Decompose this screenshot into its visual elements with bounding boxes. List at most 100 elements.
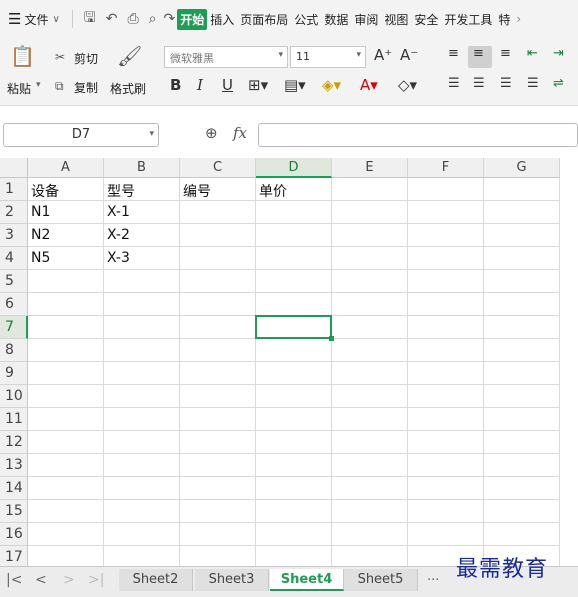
cell-c4[interactable]: [180, 247, 256, 270]
cell-f1[interactable]: [408, 178, 484, 201]
cell-d3[interactable]: [256, 224, 332, 247]
select-all-corner[interactable]: [0, 158, 28, 178]
underline-button[interactable]: U: [222, 76, 233, 94]
cell-b16[interactable]: [104, 523, 180, 546]
cell-c12[interactable]: [180, 431, 256, 454]
cell-d9[interactable]: [256, 362, 332, 385]
copy-icon[interactable]: ⧉: [55, 79, 64, 94]
cell-f9[interactable]: [408, 362, 484, 385]
row-header-4[interactable]: 4: [0, 247, 28, 270]
cell-a14[interactable]: [28, 477, 104, 500]
decrease-font-icon[interactable]: A⁻: [400, 46, 418, 64]
font-size-select[interactable]: 11 ▾: [290, 46, 366, 68]
align-left-icon[interactable]: ☰: [448, 76, 460, 91]
row-header-11[interactable]: 11: [0, 408, 28, 431]
cell-d12[interactable]: [256, 431, 332, 454]
row-header-16[interactable]: 16: [0, 523, 28, 546]
cell-a10[interactable]: [28, 385, 104, 408]
format-painter-button[interactable]: 格式刷: [110, 80, 146, 97]
cell-a8[interactable]: [28, 339, 104, 362]
scissors-icon[interactable]: ✂: [55, 50, 65, 64]
cell-b12[interactable]: [104, 431, 180, 454]
cell-e2[interactable]: [332, 201, 408, 224]
cell-e8[interactable]: [332, 339, 408, 362]
cell-c5[interactable]: [180, 270, 256, 293]
cell-f5[interactable]: [408, 270, 484, 293]
file-menu[interactable]: ☰ 文件 ∨: [0, 10, 66, 28]
cell-g10[interactable]: [484, 385, 560, 408]
cell-e5[interactable]: [332, 270, 408, 293]
column-header-g[interactable]: G: [484, 158, 560, 178]
cell-b11[interactable]: [104, 408, 180, 431]
cell-a12[interactable]: [28, 431, 104, 454]
row-header-13[interactable]: 13: [0, 454, 28, 477]
tab-special[interactable]: 特: [495, 11, 513, 28]
borders-icon[interactable]: ⊞▾: [248, 76, 268, 94]
tab-view[interactable]: 视图: [381, 11, 411, 28]
row-header-7[interactable]: 7: [0, 316, 28, 339]
tab-review[interactable]: 审阅: [351, 11, 381, 28]
column-header-a[interactable]: A: [28, 158, 104, 178]
cell-f12[interactable]: [408, 431, 484, 454]
redo-icon[interactable]: ↷: [164, 11, 176, 27]
cell-f11[interactable]: [408, 408, 484, 431]
cell-b1[interactable]: 型号: [104, 178, 180, 201]
tab-insert[interactable]: 插入: [207, 11, 237, 28]
chevron-right-icon[interactable]: ›: [513, 12, 524, 26]
bold-button[interactable]: B: [170, 76, 181, 94]
more-sheets-icon[interactable]: ···: [427, 573, 439, 588]
cell-a5[interactable]: [28, 270, 104, 293]
column-header-b[interactable]: B: [104, 158, 180, 178]
row-header-10[interactable]: 10: [0, 385, 28, 408]
italic-button[interactable]: I: [197, 76, 203, 94]
clear-format-icon[interactable]: ◇▾: [398, 76, 417, 94]
column-header-f[interactable]: F: [408, 158, 484, 178]
cell-e12[interactable]: [332, 431, 408, 454]
cell-c3[interactable]: [180, 224, 256, 247]
paste-dropdown-icon[interactable]: ▾: [36, 80, 41, 90]
cell-f3[interactable]: [408, 224, 484, 247]
next-sheet-icon[interactable]: >: [63, 572, 75, 588]
cut-button[interactable]: 剪切: [74, 50, 98, 67]
cell-e15[interactable]: [332, 500, 408, 523]
cell-b7[interactable]: [104, 316, 180, 339]
cell-e6[interactable]: [332, 293, 408, 316]
cell-b15[interactable]: [104, 500, 180, 523]
cell-f10[interactable]: [408, 385, 484, 408]
cell-b9[interactable]: [104, 362, 180, 385]
cell-c1[interactable]: 编号: [180, 178, 256, 201]
cell-c10[interactable]: [180, 385, 256, 408]
cell-f4[interactable]: [408, 247, 484, 270]
cell-b5[interactable]: [104, 270, 180, 293]
tab-formulas[interactable]: 公式: [291, 11, 321, 28]
cell-c9[interactable]: [180, 362, 256, 385]
wrap-text-icon[interactable]: ⇌: [553, 76, 564, 91]
fill-color-icon[interactable]: ◈▾: [322, 76, 341, 94]
cell-e4[interactable]: [332, 247, 408, 270]
cell-e1[interactable]: [332, 178, 408, 201]
prev-sheet-icon[interactable]: <: [35, 572, 47, 588]
cell-b2[interactable]: X-1: [104, 201, 180, 224]
merge-icon[interactable]: ▤▾: [284, 76, 306, 94]
format-painter-icon[interactable]: 🖌: [117, 44, 142, 68]
undo-icon[interactable]: ↶: [106, 11, 118, 27]
cell-f8[interactable]: [408, 339, 484, 362]
cell-f13[interactable]: [408, 454, 484, 477]
cell-d11[interactable]: [256, 408, 332, 431]
last-sheet-icon[interactable]: >|: [88, 572, 104, 588]
tab-data[interactable]: 数据: [321, 11, 351, 28]
cell-f2[interactable]: [408, 201, 484, 224]
cell-a11[interactable]: [28, 408, 104, 431]
cell-a16[interactable]: [28, 523, 104, 546]
row-header-15[interactable]: 15: [0, 500, 28, 523]
column-header-e[interactable]: E: [332, 158, 408, 178]
print-preview-icon[interactable]: ⌕: [149, 11, 157, 27]
cell-g6[interactable]: [484, 293, 560, 316]
cell-d14[interactable]: [256, 477, 332, 500]
cell-e10[interactable]: [332, 385, 408, 408]
font-color-icon[interactable]: A▾: [360, 76, 378, 94]
cell-c15[interactable]: [180, 500, 256, 523]
cell-a2[interactable]: N1: [28, 201, 104, 224]
print-icon[interactable]: ⎙: [127, 11, 138, 27]
cell-c7[interactable]: [180, 316, 256, 339]
